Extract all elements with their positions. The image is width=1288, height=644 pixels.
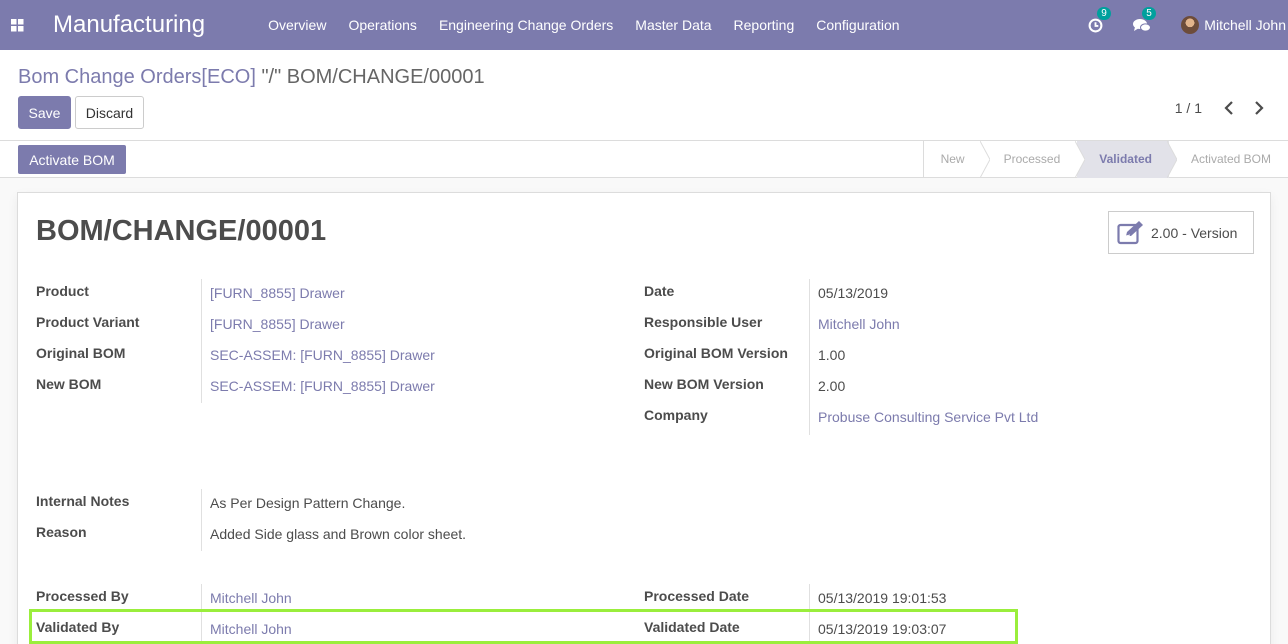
menu-overview[interactable]: Overview	[257, 0, 337, 50]
original-bom-version-label: Original BOM Version	[644, 345, 788, 361]
product-value[interactable]: [FURN_8855] Drawer	[210, 285, 345, 301]
new-bom-version-label: New BOM Version	[644, 376, 764, 392]
stage-activated-bom[interactable]: Activated BOM	[1169, 141, 1288, 178]
validation-highlight-box	[29, 609, 1018, 644]
company-value[interactable]: Probuse Consulting Service Pvt Ltd	[818, 409, 1038, 425]
save-button[interactable]: Save	[18, 96, 71, 129]
stage-pipeline: New Processed Validated Activated BOM	[922, 141, 1288, 178]
avatar	[1181, 16, 1200, 34]
column-divider	[809, 279, 810, 435]
date-value[interactable]: 05/13/2019	[818, 285, 888, 301]
stage-validated[interactable]: Validated	[1077, 141, 1177, 178]
stage-label: New	[940, 152, 965, 166]
discard-button[interactable]: Discard	[75, 96, 144, 129]
user-name: Mitchell John	[1204, 17, 1286, 33]
responsible-user-label: Responsible User	[644, 314, 763, 330]
menu-configuration[interactable]: Configuration	[805, 0, 910, 50]
systray: 9 5 Mitchell John	[1088, 0, 1288, 50]
user-menu[interactable]: Mitchell John	[1181, 16, 1286, 34]
breadcrumb-parent[interactable]: Bom Change Orders[ECO]	[18, 66, 256, 88]
top-navbar: Manufacturing Overview Operations Engine…	[0, 0, 1288, 50]
activate-bom-button[interactable]: Activate BOM	[18, 145, 126, 174]
activity-count-badge: 9	[1097, 6, 1111, 20]
stage-processed[interactable]: Processed	[982, 141, 1086, 178]
stage-label: Activated BOM	[1190, 152, 1271, 166]
menu-reporting[interactable]: Reporting	[723, 0, 806, 50]
processed-by-label: Processed By	[36, 588, 129, 604]
original-bom-label: Original BOM	[36, 345, 126, 361]
stage-divider	[1075, 141, 1086, 178]
main-menu: Overview Operations Engineering Change O…	[257, 0, 910, 50]
reason-label: Reason	[36, 524, 87, 540]
breadcrumb-current: "/" BOM/CHANGE/00001	[261, 66, 485, 88]
pager-value[interactable]: 1 / 1	[1175, 100, 1202, 116]
message-count-badge: 5	[1142, 6, 1156, 20]
product-variant-value[interactable]: [FURN_8855] Drawer	[210, 316, 345, 332]
chevron-left-icon[interactable]	[1214, 101, 1244, 115]
processed-date-label: Processed Date	[644, 588, 750, 604]
activity-menu[interactable]: 9	[1088, 6, 1111, 33]
pager: 1 / 1	[1175, 100, 1274, 116]
date-label: Date	[644, 283, 675, 299]
stage-new[interactable]: New	[924, 141, 990, 178]
apps-grid-icon[interactable]	[0, 0, 34, 50]
breadcrumb: Bom Change Orders[ECO] "/" BOM/CHANGE/00…	[18, 66, 485, 89]
original-bom-value[interactable]: SEC-ASSEM: [FURN_8855] Drawer	[210, 347, 435, 363]
internal-notes-label: Internal Notes	[36, 493, 130, 509]
processed-date-value[interactable]: 05/13/2019 19:01:53	[818, 590, 946, 606]
column-divider	[201, 279, 202, 403]
company-label: Company	[644, 407, 708, 423]
messages-menu[interactable]: 5	[1133, 6, 1156, 33]
reason-value[interactable]: Added Side glass and Brown color sheet.	[210, 526, 466, 542]
new-bom-version-value[interactable]: 2.00	[818, 378, 845, 394]
app-title[interactable]: Manufacturing	[53, 11, 205, 39]
responsible-user-value[interactable]: Mitchell John	[818, 316, 900, 332]
version-label: 2.00 - Version	[1151, 224, 1238, 241]
new-bom-label: New BOM	[36, 376, 102, 392]
new-bom-value[interactable]: SEC-ASSEM: [FURN_8855] Drawer	[210, 378, 435, 394]
menu-engineering-change-orders[interactable]: Engineering Change Orders	[428, 0, 624, 50]
form-sheet: BOM/CHANGE/00001 2.00 - Version Product …	[17, 192, 1271, 644]
internal-notes-value[interactable]: As Per Design Pattern Change.	[210, 495, 405, 511]
edit-version-icon	[1117, 220, 1143, 244]
stage-divider	[1166, 141, 1177, 178]
original-bom-version-value[interactable]: 1.00	[818, 347, 845, 363]
stage-label: Validated	[1099, 152, 1152, 166]
chevron-right-icon[interactable]	[1244, 101, 1274, 115]
record-title: BOM/CHANGE/00001	[36, 215, 327, 247]
product-label: Product	[36, 283, 89, 299]
stage-divider	[979, 141, 990, 178]
menu-master-data[interactable]: Master Data	[624, 0, 722, 50]
product-variant-label: Product Variant	[36, 314, 140, 330]
column-divider	[201, 489, 202, 551]
control-panel: Bom Change Orders[ECO] "/" BOM/CHANGE/00…	[0, 50, 1288, 141]
status-bar: Activate BOM New Processed Validated Act…	[0, 141, 1288, 178]
version-button[interactable]: 2.00 - Version	[1108, 211, 1254, 254]
chat-bubbles-icon	[1133, 18, 1152, 32]
menu-operations[interactable]: Operations	[337, 0, 427, 50]
activity-clock-icon	[1088, 18, 1103, 32]
processed-by-value[interactable]: Mitchell John	[210, 590, 292, 606]
stage-label: Processed	[1003, 152, 1061, 166]
